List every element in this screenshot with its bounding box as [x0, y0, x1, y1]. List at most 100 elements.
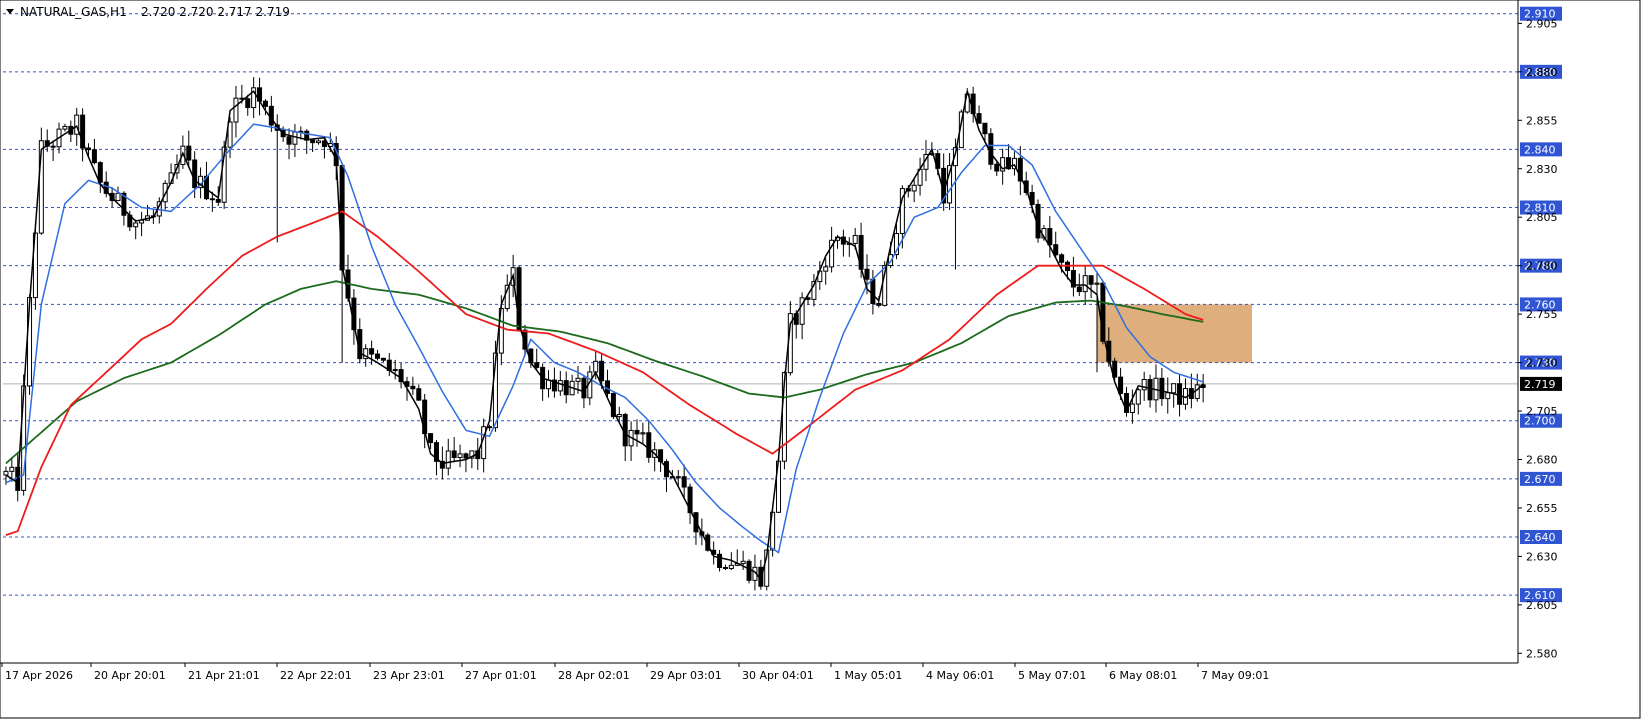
candle-body: [740, 560, 746, 565]
candle-body: [410, 385, 416, 390]
x-tick-label: 28 Apr 02:01: [558, 669, 630, 682]
symbol-title: NATURAL_GAS,H1: [20, 5, 127, 19]
candle: [988, 128, 994, 170]
candle-body: [215, 198, 221, 203]
candle-body: [369, 348, 375, 355]
candle-body: [1165, 392, 1171, 400]
candle-body: [463, 453, 469, 459]
supply-zone-layer: [1096, 304, 1252, 363]
candle-body: [876, 302, 882, 306]
candle-body: [640, 432, 646, 435]
x-tick-label: 27 Apr 01:01: [465, 669, 537, 682]
candle-body: [310, 139, 316, 144]
candle-body: [717, 553, 723, 568]
y-tick-label: 2.780: [1526, 260, 1558, 273]
candle-body: [1159, 377, 1165, 400]
candle-body: [416, 388, 422, 401]
x-tick-label: 5 May 07:01: [1018, 669, 1086, 682]
candle-body: [563, 380, 569, 396]
candle-body: [451, 450, 457, 458]
candle-body: [1053, 244, 1059, 256]
candle-body: [646, 432, 652, 458]
candle-body: [911, 184, 917, 192]
candle-body: [262, 100, 268, 107]
x-tick-label: 17 Apr 2026: [5, 669, 73, 682]
candle-body: [380, 357, 386, 361]
candle-body: [1194, 384, 1200, 399]
candle-body: [994, 163, 1000, 172]
price-chart[interactable]: 2.9102.8802.8402.8102.7802.7602.7302.700…: [0, 0, 1641, 719]
chart-header: NATURAL_GAS,H1 2.720 2.720 2.717 2.719: [6, 5, 290, 19]
candle-body: [546, 379, 552, 390]
y-tick-label: 2.580: [1526, 647, 1558, 660]
candle-body: [722, 566, 728, 569]
chart-window[interactable]: 2.910 2.880 2.840 2.810 2.780 2.760 2.730 2.700…: [0, 0, 1641, 719]
supply-zone-rect[interactable]: [1096, 304, 1252, 363]
candle-body: [487, 426, 493, 429]
x-tick-label: 20 Apr 20:01: [94, 669, 166, 682]
candle-body: [1082, 275, 1088, 293]
x-tick-label: 23 Apr 23:01: [373, 669, 445, 682]
candle-body: [1059, 254, 1065, 263]
y-tick-label: 2.830: [1526, 163, 1558, 176]
level-label: 2.840: [1524, 143, 1556, 156]
level-label: 2.640: [1524, 531, 1556, 544]
candle-body: [599, 360, 605, 382]
candle-body: [675, 476, 681, 479]
candle-body: [445, 450, 451, 469]
candle-body: [1094, 282, 1100, 285]
y-tick-label: 2.880: [1526, 66, 1558, 79]
x-tick-label: 4 May 06:01: [926, 669, 994, 682]
candle: [746, 559, 752, 584]
x-tick-label: 30 Apr 04:01: [742, 669, 814, 682]
candle-body: [292, 131, 298, 145]
candle-body: [681, 476, 687, 488]
candle-body: [557, 380, 563, 392]
candle-body: [575, 377, 581, 382]
candle-body: [192, 159, 198, 189]
candle-body: [870, 278, 876, 304]
candle-body: [245, 98, 251, 109]
candle-body: [864, 268, 870, 280]
candle-body: [976, 113, 982, 124]
candle-body: [593, 360, 599, 373]
candle-body: [62, 125, 68, 130]
x-tick-label: 1 May 05:01: [834, 669, 902, 682]
x-tick-label: 6 May 08:01: [1109, 669, 1177, 682]
candle-body: [9, 466, 15, 472]
x-tick-label: 7 May 09:01: [1201, 669, 1269, 682]
candle-body: [1171, 383, 1177, 394]
x-tick-label: 29 Apr 03:01: [650, 669, 722, 682]
candle-body: [115, 192, 121, 202]
candle-body: [1047, 228, 1053, 246]
candle-body: [852, 235, 858, 244]
candle-body: [286, 136, 292, 145]
candle-body: [91, 149, 97, 164]
y-tick-label: 2.705: [1526, 405, 1558, 418]
candle-body: [1141, 378, 1147, 391]
y-tick-label: 2.605: [1526, 599, 1558, 612]
candle-body: [1177, 383, 1183, 405]
candle-body: [86, 147, 92, 151]
current-price-label: 2.719: [1524, 378, 1556, 391]
candle-body: [209, 198, 215, 201]
candle-body: [50, 145, 56, 148]
y-tick-label: 2.905: [1526, 17, 1558, 30]
candle-body: [392, 369, 398, 372]
candle-body: [728, 564, 734, 569]
y-tick-label: 2.805: [1526, 211, 1558, 224]
candle-body: [457, 453, 463, 458]
y-tick-label: 2.855: [1526, 114, 1558, 127]
candle-body: [746, 560, 752, 581]
candle-body: [1129, 403, 1135, 413]
candle-body: [534, 362, 540, 368]
candle-body: [133, 222, 139, 228]
candle-body: [1088, 275, 1094, 285]
candle-body: [428, 433, 434, 444]
candle-body: [1135, 389, 1141, 405]
candle-body: [982, 122, 988, 135]
y-tick-label: 2.680: [1526, 453, 1558, 466]
ohlc-values: 2.720 2.720 2.717 2.719: [141, 5, 290, 19]
candle-body: [1118, 376, 1124, 394]
candle-body: [1076, 286, 1082, 293]
